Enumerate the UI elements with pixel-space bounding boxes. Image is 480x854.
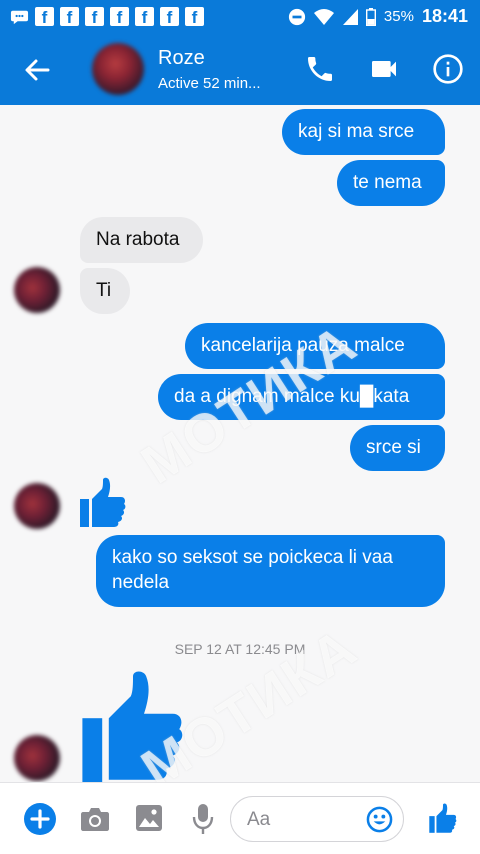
message-bubble-outgoing[interactable]: srce si: [350, 425, 445, 471]
wifi-icon: [313, 8, 334, 25]
message-input-container[interactable]: [230, 796, 404, 842]
info-icon[interactable]: [432, 53, 464, 85]
do-not-disturb-icon: [288, 8, 306, 25]
message-list[interactable]: kaj si ma srce te nema Na rabota Ti kanc…: [0, 105, 480, 782]
contact-avatar-small[interactable]: [14, 267, 60, 313]
message-input[interactable]: [245, 806, 359, 834]
contact-status: Active 52 min...: [158, 75, 261, 92]
facebook-notification-icon: f: [85, 7, 104, 27]
facebook-notification-icon: f: [135, 7, 154, 27]
clock: 18:41: [421, 6, 468, 26]
message-bubble-outgoing[interactable]: kako so seksot se poickeca li vaa nedela: [96, 535, 445, 607]
facebook-notification-icon: f: [185, 7, 204, 27]
message-composer: [0, 782, 480, 854]
facebook-notification-icon: f: [60, 7, 79, 27]
facebook-notification-icon: f: [110, 7, 129, 27]
signal-icon: [342, 8, 358, 25]
emoji-icon[interactable]: [366, 806, 393, 833]
phone-icon[interactable]: [304, 53, 336, 85]
contact-avatar-small[interactable]: [14, 483, 60, 529]
notification-icons: f f f f f f f: [10, 7, 204, 27]
status-bar: f f f f f f f 35% 18:41: [0, 0, 480, 33]
thumbs-up-icon[interactable]: [428, 803, 458, 834]
battery-icon: [365, 7, 376, 26]
thumbs-up-icon[interactable]: [78, 477, 128, 529]
chat-header: Roze Active 52 min...: [0, 33, 480, 105]
image-icon[interactable]: [136, 805, 162, 831]
facebook-notification-icon: f: [160, 7, 179, 27]
message-icon: [10, 10, 29, 25]
message-bubble-incoming[interactable]: Na rabota: [80, 217, 203, 263]
message-bubble-incoming[interactable]: Ti: [80, 268, 130, 314]
facebook-notification-icon: f: [35, 7, 54, 27]
contact-avatar-small[interactable]: [14, 735, 60, 781]
contact-name[interactable]: Roze: [158, 47, 205, 70]
battery-percent: 35%: [383, 8, 414, 25]
message-bubble-outgoing[interactable]: te nema: [337, 160, 445, 206]
message-timestamp: SEP 12 AT 12:45 PM: [174, 641, 306, 657]
add-icon[interactable]: [24, 803, 56, 835]
microphone-icon[interactable]: [192, 803, 214, 835]
video-call-icon[interactable]: [368, 53, 400, 85]
status-right: 35% 18:41: [288, 6, 468, 27]
message-bubble-outgoing[interactable]: kaj si ma srce: [282, 109, 445, 155]
camera-icon[interactable]: [80, 805, 110, 833]
contact-avatar[interactable]: [92, 43, 144, 95]
back-arrow-icon[interactable]: [22, 55, 52, 85]
